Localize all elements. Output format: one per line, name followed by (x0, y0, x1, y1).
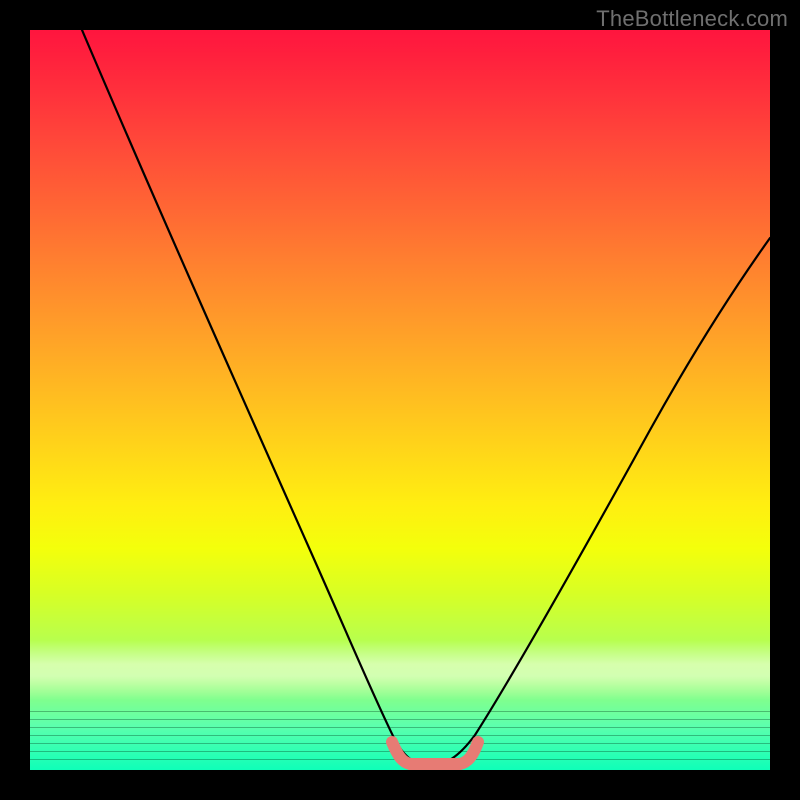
attribution-text: TheBottleneck.com (596, 6, 788, 32)
chart-svg (30, 30, 770, 770)
chart-frame: TheBottleneck.com (0, 0, 800, 800)
plot-area (30, 30, 770, 770)
bottleneck-curve (82, 30, 770, 765)
